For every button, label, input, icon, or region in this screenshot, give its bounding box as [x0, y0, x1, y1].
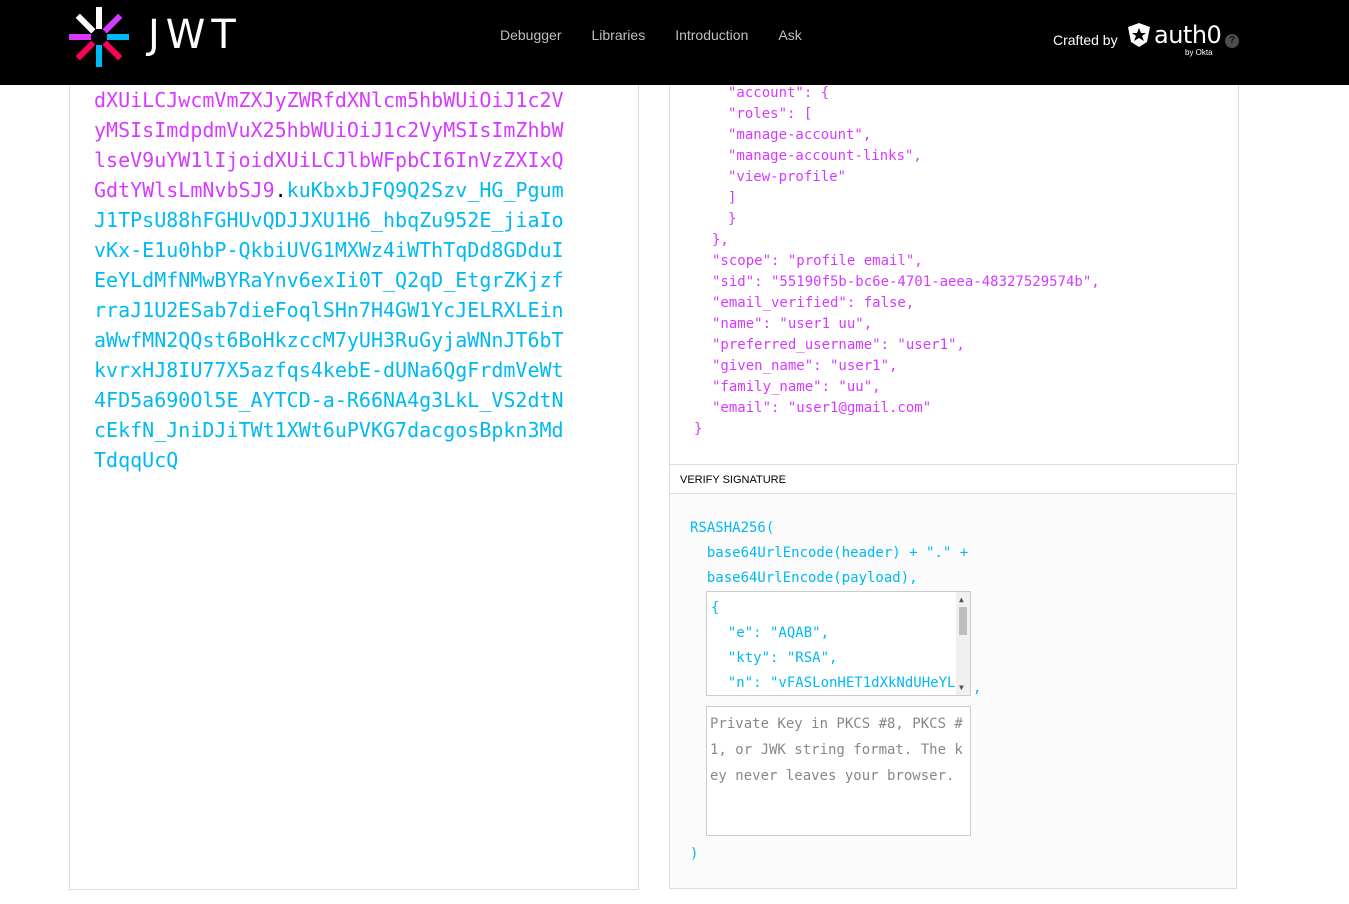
scroll-thumb[interactable]: [959, 607, 967, 635]
comma-separator: ,: [973, 680, 982, 696]
verify-signature-body: RSASHA256( base64UrlEncode(header) + "."…: [669, 494, 1237, 889]
encoded-token-text[interactable]: dXUiLCJwcmVmZXJyZWRfdXNlcm5hbWUiOiJ1c2Vy…: [94, 85, 574, 475]
close-paren: ): [690, 846, 699, 862]
token-separator: .: [274, 178, 287, 202]
public-key-textarea[interactable]: { "e": "AQAB", "kty": "RSA", "n": "vFASL…: [706, 591, 971, 696]
payload-line: "family_name": "uu",: [712, 379, 881, 395]
private-key-textarea[interactable]: Private Key in PKCS #8, PKCS #1, or JWK …: [706, 706, 971, 836]
crafted-by-label: Crafted by: [1053, 32, 1118, 48]
logo-text[interactable]: JWT: [148, 12, 242, 58]
payload-line: "sid": "55190f5b-bc6e-4701-aeea-48327529…: [712, 274, 1100, 290]
verify-signature-header: VERIFY SIGNATURE: [669, 464, 1237, 494]
payload-line: }: [728, 211, 737, 227]
nav-libraries[interactable]: Libraries: [592, 27, 646, 43]
payload-line: "manage-account-links",: [728, 148, 922, 164]
scroll-up-arrow-icon[interactable]: ▲: [959, 595, 964, 604]
token-signature-part: kuKbxbJFQ9Q2Szv_HG_PgumJ1TPsU88hFGHUvQDJ…: [94, 178, 564, 472]
nav-ask[interactable]: Ask: [778, 27, 801, 43]
by-okta-label: by Okta: [1185, 48, 1213, 57]
auth0-shield-icon[interactable]: [1126, 22, 1152, 48]
payload-line: "given_name": "user1",: [712, 358, 898, 374]
payload-line: "manage-account",: [728, 127, 872, 143]
payload-line: },: [712, 232, 729, 248]
payload-line: "scope": "profile email",: [712, 253, 923, 269]
auth0-brand[interactable]: auth0: [1154, 21, 1222, 49]
nav-debugger[interactable]: Debugger: [500, 27, 562, 43]
jwt-logo-icon[interactable]: [68, 6, 130, 68]
rsasha256-line: RSASHA256(: [690, 520, 775, 536]
payload-line: }: [694, 421, 703, 437]
public-key-scrollbar[interactable]: ▲ ▼: [956, 592, 970, 695]
payload-line: "view-profile": [728, 169, 847, 185]
encoded-token-panel[interactable]: dXUiLCJwcmVmZXJyZWRfdXNlcm5hbWUiOiJ1c2Vy…: [69, 85, 639, 890]
payload-line: "roles": [: [728, 106, 813, 122]
payload-line: "account": {: [728, 85, 830, 101]
main-nav: Debugger Libraries Introduction Ask: [500, 27, 832, 43]
payload-line: "email": "user1@gmail.com": [712, 400, 932, 416]
nav-introduction[interactable]: Introduction: [675, 27, 748, 43]
payload-encode-line: base64UrlEncode(payload),: [690, 570, 918, 586]
payload-line: "email_verified": false,: [712, 295, 915, 311]
public-key-text: { "e": "AQAB", "kty": "RSA", "n": "vFASL…: [711, 600, 956, 691]
header-encode-line: base64UrlEncode(header) + "." +: [690, 545, 969, 561]
decoded-payload-panel[interactable]: "account": { "roles": [ "manage-account", "…: [669, 85, 1239, 464]
help-icon[interactable]: ?: [1225, 34, 1239, 48]
payload-line: ]: [728, 190, 737, 206]
scroll-down-arrow-icon[interactable]: ▼: [959, 683, 964, 692]
payload-line: "preferred_username": "user1",: [712, 337, 965, 353]
payload-line: "name": "user1 uu",: [712, 316, 873, 332]
top-navigation-bar: JWT Debugger Libraries Introduction Ask …: [0, 0, 1349, 85]
